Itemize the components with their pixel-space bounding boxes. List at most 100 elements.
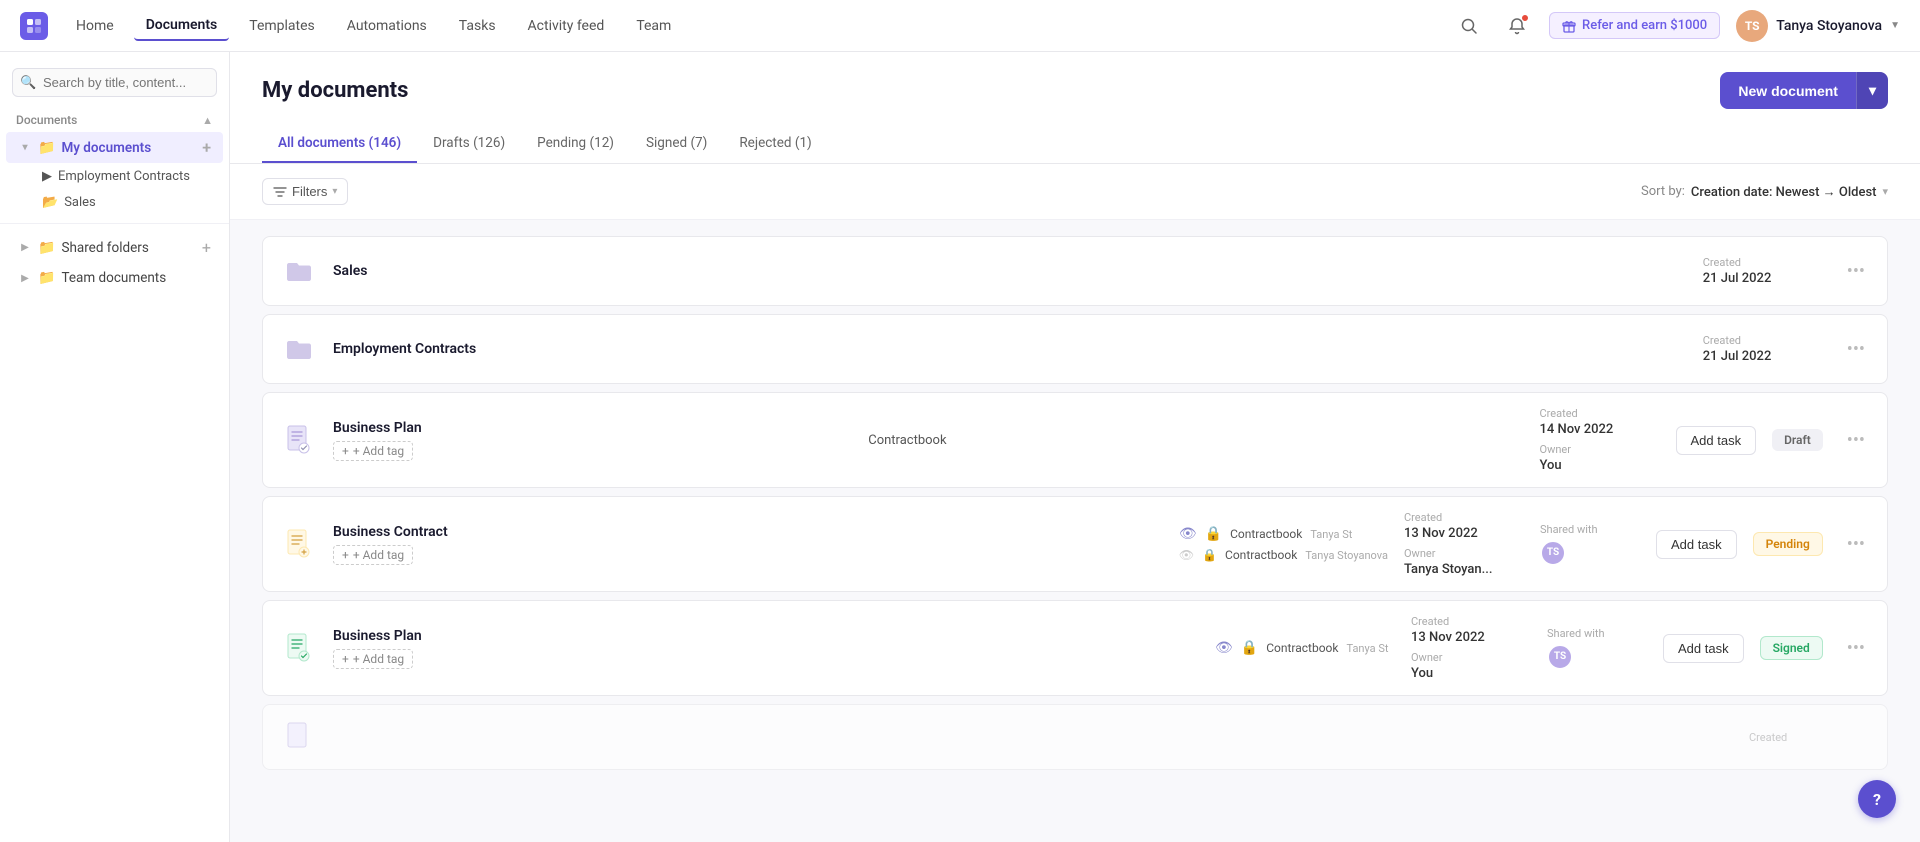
- help-button[interactable]: ?: [1858, 780, 1896, 818]
- folder-sales-name: Sales: [333, 263, 1687, 279]
- employment-more-button[interactable]: •••: [1843, 339, 1869, 360]
- nav-team[interactable]: Team: [624, 12, 683, 40]
- new-document-button[interactable]: New document ▾: [1720, 72, 1888, 109]
- user-menu-chevron: ▼: [1890, 20, 1900, 31]
- bp-draft-more-button[interactable]: •••: [1843, 430, 1869, 451]
- add-shared-folder-icon[interactable]: +: [202, 238, 211, 257]
- folder-row-sales[interactable]: Sales Created 21 Jul 2022 •••: [262, 236, 1888, 306]
- search-icon: [1460, 17, 1478, 35]
- refer-button[interactable]: Refer and earn $1000: [1549, 12, 1720, 39]
- eye-icon-1: 👁: [1179, 526, 1197, 542]
- bc-shared: Shared with TS: [1540, 523, 1640, 566]
- doc-row-business-contract: Business Contract + + Add tag 👁 🔒 Contra…: [262, 496, 1888, 592]
- bc-signer-1-name: Tanya St: [1310, 528, 1352, 541]
- bp-draft-created-label: Created: [1540, 407, 1660, 420]
- sales-more-button[interactable]: •••: [1843, 261, 1869, 282]
- notifications-button[interactable]: [1501, 10, 1533, 42]
- bps-add-task-button[interactable]: Add task: [1663, 634, 1744, 663]
- bc-add-task-button[interactable]: Add task: [1656, 530, 1737, 559]
- folder-row-employment-contracts[interactable]: Employment Contracts Created 21 Jul 2022…: [262, 314, 1888, 384]
- bc-owner: Tanya Stoyan...: [1404, 562, 1524, 577]
- sidebar-item-team-documents[interactable]: ▶ 📁 Team documents: [6, 264, 223, 292]
- partial-created-label: Created: [1749, 731, 1869, 744]
- bc-more-button[interactable]: •••: [1843, 534, 1869, 555]
- user-menu[interactable]: TS Tanya Stoyanova ▼: [1736, 10, 1900, 42]
- nav-activity-feed[interactable]: Activity feed: [516, 12, 617, 40]
- bp-draft-info: Business Plan + + Add tag: [333, 420, 852, 461]
- bp-draft-source: Contractbook: [868, 433, 988, 448]
- sidebar: 🔍 Documents ▲ ▾ 📁 My documents + ▶ Emplo…: [0, 52, 230, 842]
- add-my-docs-icon[interactable]: +: [202, 138, 211, 157]
- sidebar-divider-1: [0, 223, 229, 224]
- doc-row-business-plan-draft: Business Plan + + Add tag Contractbook C…: [262, 392, 1888, 488]
- nav-templates[interactable]: Templates: [237, 12, 327, 40]
- doc-icon-bc: [281, 526, 317, 562]
- bps-more-button[interactable]: •••: [1843, 638, 1869, 659]
- bc-meta: Created 13 Nov 2022 Owner Tanya Stoyan..…: [1404, 511, 1524, 577]
- tab-drafts[interactable]: Drafts (126): [417, 125, 521, 163]
- doc-row-partial: Created: [262, 704, 1888, 770]
- bp-draft-add-tag[interactable]: + + Add tag: [333, 441, 413, 461]
- filters-button[interactable]: Filters ▾: [262, 178, 348, 205]
- new-doc-arrow-icon[interactable]: ▾: [1856, 72, 1888, 109]
- gift-icon: [1562, 19, 1576, 33]
- document-list: Sales Created 21 Jul 2022 ••• Employment…: [230, 220, 1920, 786]
- nav-home[interactable]: Home: [64, 12, 126, 40]
- doc-icon-partial: [281, 719, 317, 755]
- bc-signer-1: 👁 🔒 Contractbook Tanya St: [1179, 526, 1388, 542]
- my-docs-folder-icon: 📁: [38, 140, 55, 156]
- sort-chevron[interactable]: ▾: [1882, 185, 1888, 198]
- bc-signer-2-name: Tanya Stoyanova: [1305, 549, 1388, 562]
- lock-icon-1: 🔒: [1205, 526, 1222, 542]
- new-doc-label: New document: [1720, 73, 1856, 109]
- shared-folders-label: Shared folders: [61, 240, 148, 256]
- bp-draft-owner: You: [1540, 458, 1660, 473]
- sidebar-item-shared-folders[interactable]: ▶ 📁 Shared folders +: [6, 232, 223, 263]
- tab-signed[interactable]: Signed (7): [630, 125, 723, 163]
- refer-label: Refer and earn $1000: [1582, 18, 1707, 33]
- expand-shared-icon: ▶: [18, 241, 32, 255]
- sidebar-item-sales[interactable]: 📂 Sales: [6, 190, 223, 215]
- bc-owner-label: Owner: [1404, 547, 1524, 560]
- folder-employment-created: Created 21 Jul 2022: [1703, 334, 1823, 364]
- eye-icon-2: 👁: [1179, 548, 1194, 562]
- bc-info: Business Contract + + Add tag: [333, 524, 1163, 565]
- sidebar-item-my-documents[interactable]: ▾ 📁 My documents +: [6, 132, 223, 163]
- search-button[interactable]: [1453, 10, 1485, 42]
- nav-automations[interactable]: Automations: [335, 12, 439, 40]
- sidebar-item-employment-contracts[interactable]: ▶ Employment Contracts: [6, 164, 223, 189]
- bps-shared-label: Shared with: [1547, 627, 1647, 640]
- nav-documents[interactable]: Documents: [134, 11, 230, 41]
- bp-draft-meta: Created 14 Nov 2022 Owner You: [1540, 407, 1660, 473]
- bc-add-tag[interactable]: + + Add tag: [333, 545, 413, 565]
- tab-all-documents[interactable]: All documents (146): [262, 125, 417, 163]
- sidebar-search-input[interactable]: [12, 68, 217, 97]
- sales-label: Sales: [64, 195, 96, 210]
- bc-name: Business Contract: [333, 524, 1163, 540]
- sidebar-collapse-button[interactable]: ▲: [202, 114, 213, 127]
- employment-created-label: Created: [1703, 334, 1823, 347]
- employment-created-date: 21 Jul 2022: [1703, 349, 1823, 364]
- sales-created-date: 21 Jul 2022: [1703, 271, 1823, 286]
- sidebar-search-icon: 🔍: [20, 75, 36, 90]
- main-content: My documents New document ▾ All document…: [230, 52, 1920, 842]
- document-tabs: All documents (146) Drafts (126) Pending…: [262, 125, 1888, 163]
- bps-add-tag[interactable]: + + Add tag: [333, 649, 413, 669]
- folder-sales-created: Created 21 Jul 2022: [1703, 256, 1823, 286]
- bps-status: Signed: [1760, 636, 1823, 660]
- sidebar-search-container: 🔍: [12, 68, 217, 97]
- bps-signer-name: Tanya St: [1346, 642, 1388, 655]
- logo[interactable]: [20, 12, 48, 40]
- bps-created-label: Created: [1411, 615, 1531, 628]
- team-documents-label: Team documents: [61, 270, 166, 286]
- team-docs-icon: 📁: [38, 270, 55, 286]
- bp-draft-add-task-button[interactable]: Add task: [1676, 426, 1757, 455]
- bps-shared: Shared with TS: [1547, 627, 1647, 670]
- bps-name: Business Plan: [333, 628, 1199, 644]
- doc-row-business-plan-signed: Business Plan + + Add tag 👁 🔒 Contractbo…: [262, 600, 1888, 696]
- sort-value[interactable]: Creation date: Newest → Oldest: [1691, 184, 1877, 200]
- tab-rejected[interactable]: Rejected (1): [723, 125, 827, 163]
- tab-pending[interactable]: Pending (12): [521, 125, 630, 163]
- user-name: Tanya Stoyanova: [1776, 18, 1882, 34]
- nav-tasks[interactable]: Tasks: [447, 12, 508, 40]
